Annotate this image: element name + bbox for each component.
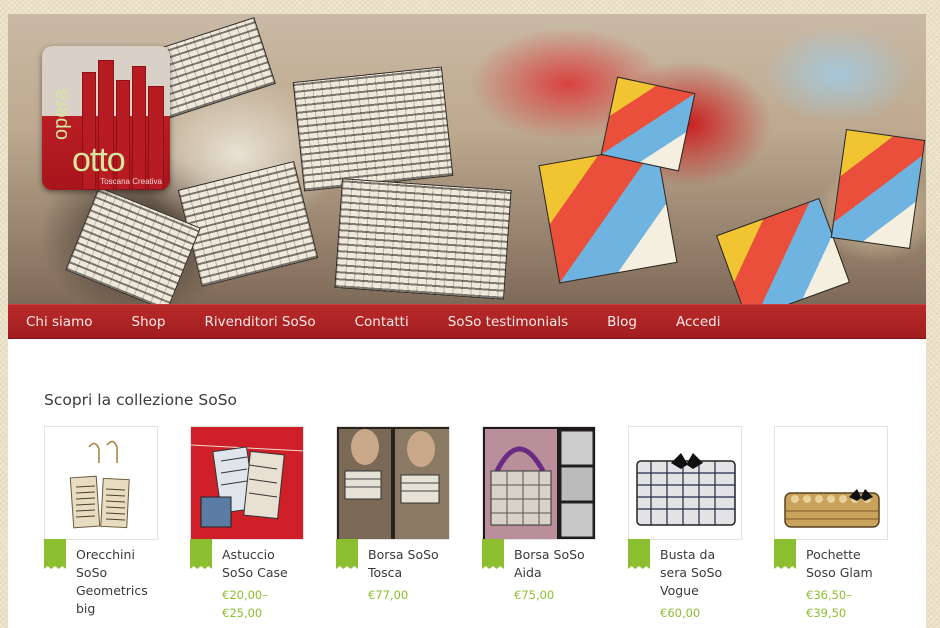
site-logo[interactable]: opera otto Toscana Creativa <box>42 46 170 190</box>
product-name[interactable]: Busta da sera SoSo Vogue <box>660 546 742 600</box>
product-name[interactable]: Pochette Soso Glam <box>806 546 888 582</box>
product-tag-icon <box>628 539 650 569</box>
product-name[interactable]: Orecchini SoSo Geometrics big <box>76 546 158 618</box>
product-image-earrings[interactable] <box>44 426 158 540</box>
origami-comic-piece <box>830 128 926 250</box>
product-price: €75,00 <box>514 588 555 602</box>
product-name[interactable]: Borsa SoSo Aida <box>514 546 596 582</box>
product-image-bag-tosca[interactable] <box>336 426 450 540</box>
section-title: Scopri la collezione SoSo <box>44 391 238 409</box>
product-grid: Orecchini SoSo Geometrics big Astuccio S… <box>44 426 904 628</box>
product-card[interactable]: Borsa SoSo Tosca €77,00 <box>336 426 450 628</box>
product-price: €20,00–€25,00 <box>222 588 268 620</box>
product-card[interactable]: Busta da sera SoSo Vogue €60,00 <box>628 426 742 628</box>
nav-item-rivenditori[interactable]: Rivenditori SoSo <box>204 314 315 330</box>
product-tag-icon <box>190 539 212 569</box>
header-banner-image: opera otto Toscana Creativa <box>8 14 926 304</box>
product-card[interactable]: Pochette Soso Glam €36,50–€39,50 <box>774 426 888 628</box>
product-image-case[interactable] <box>190 426 304 540</box>
origami-newspaper-piece <box>292 66 454 192</box>
product-price: €36,50–€39,50 <box>806 588 852 620</box>
nav-item-shop[interactable]: Shop <box>132 314 166 330</box>
origami-comic-piece <box>715 197 851 304</box>
product-tag-icon <box>482 539 504 569</box>
nav-item-testimonials[interactable]: SoSo testimonials <box>448 314 568 330</box>
nav-item-contatti[interactable]: Contatti <box>355 314 409 330</box>
product-image-clutch-vogue[interactable] <box>628 426 742 540</box>
product-tag-icon <box>336 539 358 569</box>
product-card[interactable]: Borsa SoSo Aida €75,00 <box>482 426 596 628</box>
product-card[interactable]: Astuccio SoSo Case €20,00–€25,00 <box>190 426 304 628</box>
origami-comic-piece <box>600 76 696 172</box>
page: opera otto Toscana Creativa Chi siamo Sh… <box>8 14 926 628</box>
product-price: €60,00 <box>660 606 701 620</box>
main-navigation: Chi siamo Shop Rivenditori SoSo Contatti… <box>8 304 926 339</box>
logo-vertical-word: opera <box>50 88 72 140</box>
product-tag-icon <box>44 539 66 569</box>
origami-newspaper-piece <box>334 178 512 300</box>
product-price: €77,00 <box>368 588 409 602</box>
nav-item-chi-siamo[interactable]: Chi siamo <box>26 314 93 330</box>
origami-newspaper-piece <box>177 160 319 288</box>
product-tag-icon <box>774 539 796 569</box>
logo-tower <box>148 86 164 190</box>
logo-wordmark: otto <box>72 141 126 179</box>
logo-tower <box>132 66 146 190</box>
nav-item-accedi[interactable]: Accedi <box>676 314 720 330</box>
product-card[interactable]: Orecchini SoSo Geometrics big <box>44 426 158 628</box>
product-name[interactable]: Astuccio SoSo Case <box>222 546 304 582</box>
product-image-pochette-glam[interactable] <box>774 426 888 540</box>
logo-tagline: Toscana Creativa <box>100 177 162 186</box>
nav-item-blog[interactable]: Blog <box>607 314 637 330</box>
product-name[interactable]: Borsa SoSo Tosca <box>368 546 450 582</box>
product-image-bag-aida[interactable] <box>482 426 596 540</box>
